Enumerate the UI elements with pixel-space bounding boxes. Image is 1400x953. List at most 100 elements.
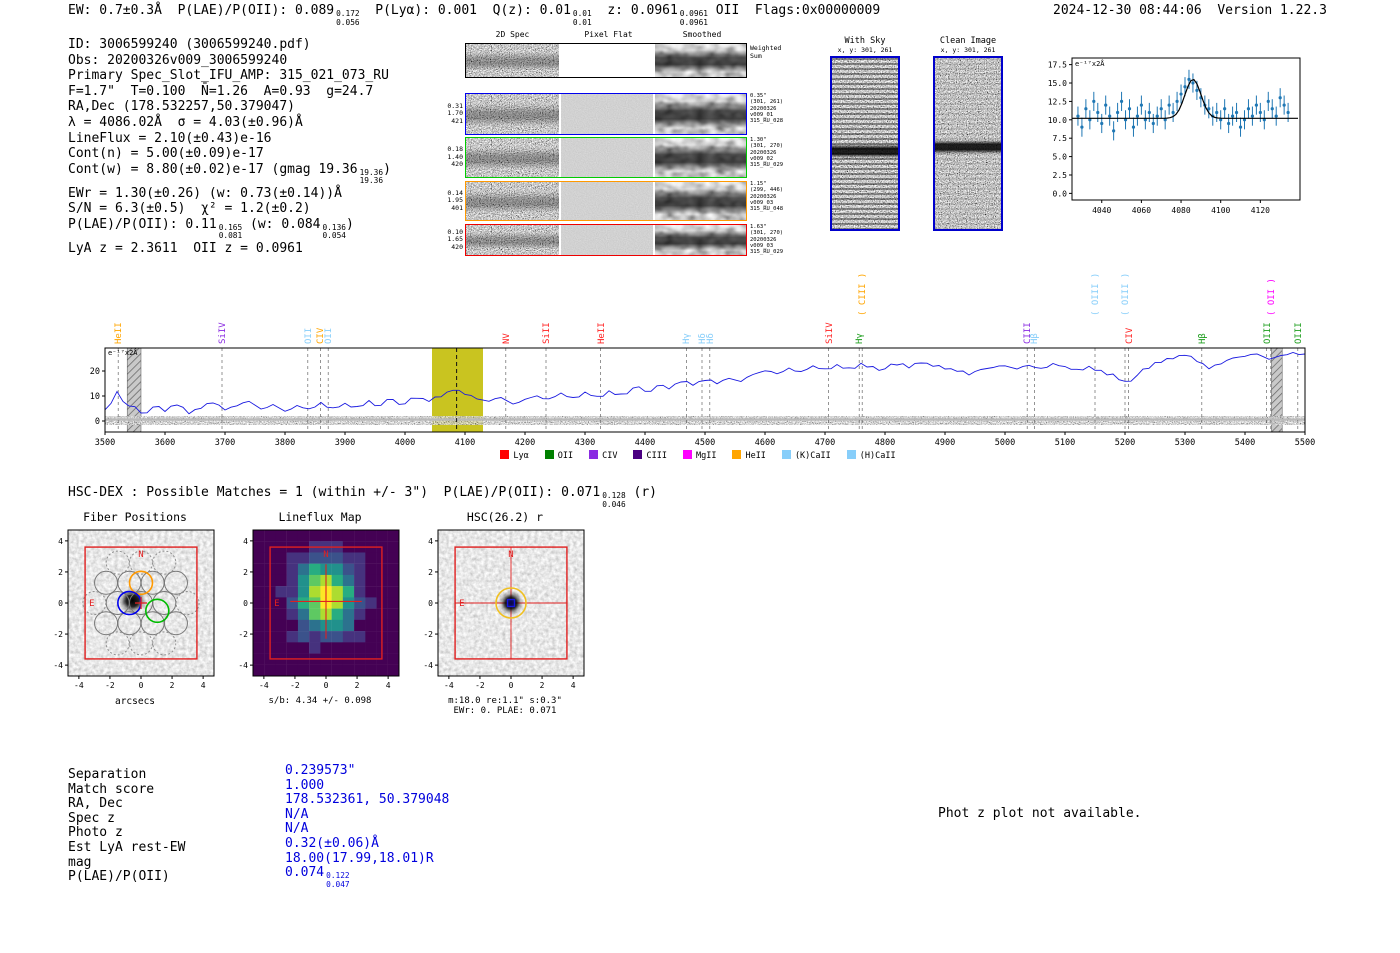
stacked-fraction: 0.1650.081: [219, 224, 242, 241]
svg-text:0: 0: [139, 681, 144, 690]
table-row-value: 0.0740.1220.047: [285, 865, 350, 889]
legend-item: Lyα: [500, 450, 528, 461]
elixer-report-page: EW: 0.7±0.3Å P(LAE)/P(OII): 0.0890.1720.…: [0, 0, 1400, 953]
spectral-line-label: Hδ: [706, 333, 716, 344]
legend-swatch: [545, 450, 554, 459]
row-2d-image: [466, 138, 559, 177]
svg-text:4080: 4080: [1171, 206, 1190, 215]
svg-text:5500: 5500: [1295, 438, 1315, 448]
svg-text:4300: 4300: [575, 438, 595, 448]
weighted-flat-blank: [561, 44, 653, 77]
header-timestamp-version: 2024-12-30 08:44:06 Version 1.22.3: [1053, 3, 1327, 18]
weighted-sum-label: WeightedSum: [750, 45, 781, 60]
svg-text:0: 0: [509, 681, 514, 690]
legend-item: CIV: [589, 450, 617, 461]
spectral-line-label: SiII: [542, 322, 552, 344]
stacked-fraction: 0.1720.056: [336, 10, 359, 27]
svg-text:4800: 4800: [875, 438, 895, 448]
info-line: LyA z = 2.3611 OII z = 0.0961: [68, 241, 391, 257]
2d-spec-panel: 2D Spec Pixel Flat Smoothed WeightedSum …: [447, 30, 797, 260]
legend-swatch: [589, 450, 598, 459]
lineflux-map-plot: NE-4-4-2-2002244: [225, 526, 415, 696]
spectral-line-label: OII: [304, 328, 314, 344]
svg-text:4700: 4700: [815, 438, 835, 448]
row-pixel-flat-image: [561, 138, 653, 177]
svg-text:10.0: 10.0: [1048, 116, 1067, 125]
spectral-line-label: ( OIII ): [1091, 273, 1101, 316]
svg-text:E: E: [459, 599, 464, 609]
svg-text:0: 0: [428, 599, 433, 608]
svg-text:-4: -4: [423, 661, 433, 670]
clean-image-image: [933, 56, 1003, 231]
legend-swatch: [847, 450, 856, 459]
row-2d-image: [466, 94, 559, 134]
svg-text:4040: 4040: [1092, 206, 1111, 215]
row-2d-image: [466, 225, 559, 255]
legend-swatch: [633, 450, 642, 459]
fiber-2d-cutout-row: [465, 93, 747, 135]
svg-text:N: N: [323, 550, 328, 560]
table-row-value: N/A: [285, 821, 308, 836]
svg-text:0: 0: [324, 681, 329, 690]
spectral-line-label: Hγ: [682, 333, 692, 344]
spectral-line-label: OIII: [1294, 322, 1304, 344]
table-row: Separation0.239573": [68, 767, 588, 782]
lineflux-map-title: Lineflux Map: [225, 510, 415, 524]
svg-text:4060: 4060: [1132, 206, 1151, 215]
svg-text:5400: 5400: [1235, 438, 1255, 448]
legend-swatch: [732, 450, 741, 459]
svg-text:-2: -2: [475, 681, 485, 690]
spectral-line-label: CIV: [1125, 328, 1135, 344]
clean-image-title: Clean Image: [931, 36, 1005, 46]
svg-text:4: 4: [428, 537, 433, 546]
spectral-line-label: ( CIII ): [858, 273, 868, 316]
info-line: Cont(w) = 8.80(±0.02)e-17 (gmag 19.3619.…: [68, 162, 391, 186]
table-row-label: mag: [68, 855, 91, 870]
svg-text:3900: 3900: [335, 438, 355, 448]
row-2d-image: [466, 182, 559, 220]
lineflux-map-panel: Lineflux Map NE-4-4-2-2002244 s/b: 4.34 …: [225, 510, 415, 706]
svg-text:4500: 4500: [695, 438, 715, 448]
spectral-line-label: NV: [502, 333, 512, 344]
fiber-positions-panel: Fiber Positions NE-4-4-2-2002244 arcsecs: [40, 510, 230, 707]
with-sky-coords: x, y: 301, 261: [828, 46, 902, 54]
table-row: RA, Dec178.532361, 50.379048: [68, 796, 588, 811]
legend-item: (K)CaII: [782, 450, 831, 461]
fiber-row-annotation: 0.35"(301, 261)20200326v009_01315_RU_028: [750, 93, 783, 124]
fiber-2d-cutout-row: [465, 137, 747, 178]
legend-item: HeII: [732, 450, 765, 461]
fiber-2d-cutout-row: [465, 181, 747, 221]
spectral-line-label: ( OIII ): [1121, 273, 1131, 316]
stacked-fraction: 0.1220.047: [326, 872, 349, 889]
info-line: Primary Spec_Slot_IFU_AMP: 315_021_073_R…: [68, 68, 391, 84]
row-smoothed-image: [655, 225, 746, 255]
svg-text:12.5: 12.5: [1048, 97, 1067, 106]
spectral-line-label: SiIV: [825, 322, 835, 344]
stacked-fraction: 0.09610.0961: [680, 10, 708, 27]
row-pixel-flat-image: [561, 94, 653, 134]
row-pixel-flat-image: [561, 182, 653, 220]
svg-text:5100: 5100: [1055, 438, 1075, 448]
svg-text:2: 2: [243, 568, 248, 577]
svg-text:2: 2: [355, 681, 360, 690]
svg-text:10: 10: [90, 392, 100, 402]
info-line: λ = 4086.02Å σ = 4.03(±0.96)Å: [68, 115, 391, 131]
legend-item: MgII: [683, 450, 716, 461]
svg-text:-2: -2: [105, 681, 115, 690]
svg-text:e⁻¹⁷x2Å: e⁻¹⁷x2Å: [108, 348, 138, 357]
lineflux-caption: s/b: 4.34 +/- 0.098: [225, 696, 415, 706]
table-row: Spec zN/A: [68, 811, 588, 826]
stacked-fraction: 0.010.01: [573, 10, 592, 27]
line-fit-chart: 0.02.55.07.510.012.515.017.5404040604080…: [1036, 50, 1308, 218]
table-row-value: 0.239573": [285, 763, 355, 778]
legend-item: OII: [545, 450, 573, 461]
spectral-line-label: OIII: [1263, 322, 1273, 344]
hsc-cutout-title: HSC(26.2) r: [410, 510, 600, 524]
table-row-value: 1.000: [285, 778, 324, 793]
svg-text:0.0: 0.0: [1053, 189, 1068, 198]
spectral-line-label: Hγ: [855, 333, 865, 344]
table-row-label: Separation: [68, 767, 146, 782]
fiber-2d-cutout-row: [465, 224, 747, 256]
legend-swatch: [500, 450, 509, 459]
fiber-row-weights: 0.311.70421: [447, 93, 463, 135]
